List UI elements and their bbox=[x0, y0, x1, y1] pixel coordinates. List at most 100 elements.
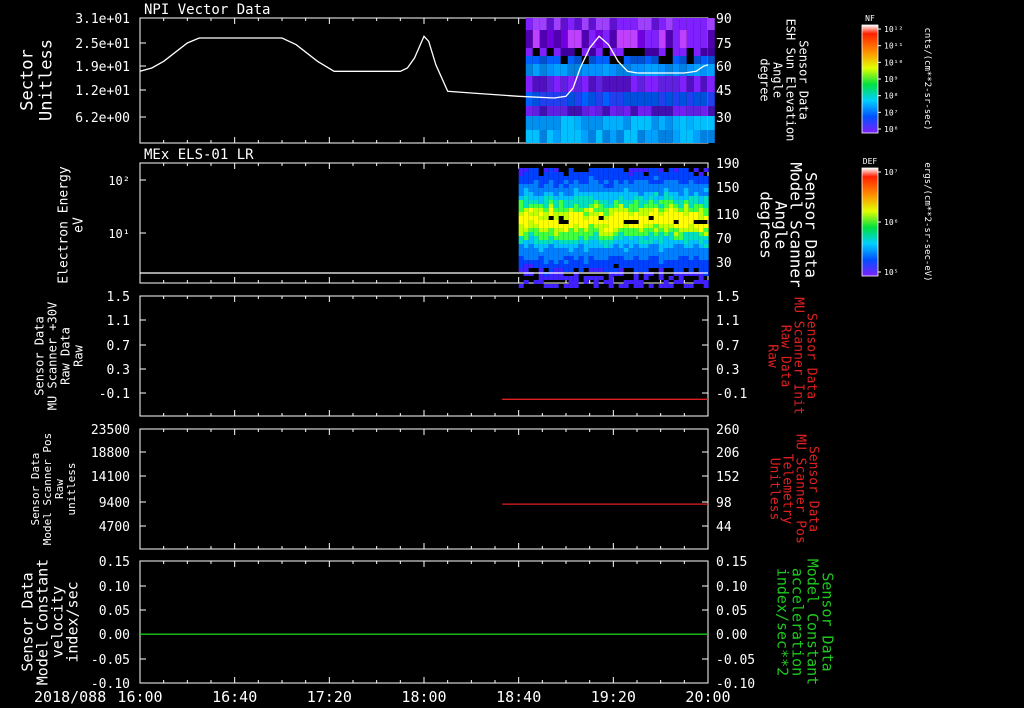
spectrogram-cell bbox=[538, 200, 544, 204]
spectrogram-cell bbox=[568, 280, 574, 284]
spectrogram-cell bbox=[518, 240, 524, 244]
spectrogram-cell bbox=[533, 200, 539, 204]
spectrogram-cell bbox=[683, 188, 689, 192]
spectrogram-cell bbox=[523, 264, 529, 268]
spectrogram-cell bbox=[538, 276, 544, 280]
spectrogram-cell bbox=[528, 172, 534, 176]
spectrogram-cell bbox=[658, 212, 664, 216]
spectrogram-cell bbox=[668, 244, 674, 248]
spectrogram-cell bbox=[553, 92, 561, 106]
spectrogram-cell bbox=[698, 232, 704, 236]
spectrogram-cell bbox=[553, 192, 559, 196]
panel-4-frame bbox=[139, 428, 709, 550]
spectrogram-cell bbox=[668, 192, 674, 196]
spectrogram-cell bbox=[518, 180, 524, 184]
spectrogram-cell bbox=[543, 212, 549, 216]
spectrogram-cell bbox=[688, 204, 694, 208]
spectrogram-cell bbox=[665, 48, 673, 56]
spectrogram-cell bbox=[598, 244, 604, 248]
spectrogram-cell bbox=[703, 208, 709, 212]
spectrogram-cell bbox=[543, 248, 549, 252]
spectrogram-cell bbox=[553, 30, 561, 48]
spectrogram-cell bbox=[678, 200, 684, 204]
spectrogram-cell bbox=[578, 196, 584, 200]
spectrogram-cell bbox=[678, 172, 684, 176]
spectrogram-cell bbox=[523, 236, 529, 240]
spectrogram-cell bbox=[578, 260, 584, 264]
spectrogram-cell bbox=[528, 176, 534, 180]
spectrogram-cell bbox=[583, 192, 589, 196]
spectrogram-cell bbox=[700, 18, 708, 30]
spectrogram-cell bbox=[588, 208, 594, 212]
spectrogram-cell bbox=[528, 168, 534, 172]
spectrogram-cell bbox=[583, 180, 589, 184]
spectrogram-cell bbox=[683, 212, 689, 216]
spectrogram-cell bbox=[578, 268, 584, 272]
colorbar-tick-label: 10⁸ bbox=[884, 92, 898, 101]
spectrogram-cell bbox=[637, 130, 645, 143]
spectrogram-cell bbox=[573, 252, 579, 256]
spectrogram-cell bbox=[539, 18, 547, 30]
spectrogram-cell bbox=[703, 244, 709, 248]
spectrogram-cell bbox=[679, 30, 687, 48]
spectrogram-cell bbox=[688, 264, 694, 268]
spectrogram-cell bbox=[593, 184, 599, 188]
spectrogram-cell bbox=[609, 130, 617, 143]
spectrogram-cell bbox=[538, 268, 544, 272]
spectrogram-cell bbox=[598, 256, 604, 260]
spectrogram-cell bbox=[613, 204, 619, 208]
colorbar-1-unit: cnts/(cm**2-sr-sec) bbox=[922, 28, 932, 131]
spectrogram-cell bbox=[703, 268, 709, 272]
spectrogram-cell bbox=[532, 18, 540, 30]
spectrogram-cell bbox=[648, 204, 654, 208]
right-tick-label: 0.05 bbox=[716, 604, 747, 619]
spectrogram-cell bbox=[548, 252, 554, 256]
panel-1-right-axis-label: Angle bbox=[771, 62, 785, 98]
spectrogram-cell bbox=[638, 244, 644, 248]
spectrogram-cell bbox=[533, 252, 539, 256]
spectrogram-cell bbox=[608, 256, 614, 260]
spectrogram-cell bbox=[583, 224, 589, 228]
spectrogram-cell bbox=[593, 232, 599, 236]
spectrogram-cell bbox=[567, 56, 575, 64]
spectrogram-cell bbox=[548, 172, 554, 176]
spectrogram-cell bbox=[643, 248, 649, 252]
spectrogram-cell bbox=[560, 48, 568, 56]
spectrogram-cell bbox=[698, 200, 704, 204]
spectrogram-cell bbox=[608, 204, 614, 208]
spectrogram-cell bbox=[602, 56, 610, 64]
spectrogram-cell bbox=[638, 188, 644, 192]
spectrogram-cell bbox=[543, 216, 549, 220]
spectrogram-cell bbox=[648, 252, 654, 256]
spectrogram-cell bbox=[633, 268, 639, 272]
spectrogram-cell bbox=[678, 228, 684, 232]
right-tick-label: 1.1 bbox=[716, 314, 739, 329]
spectrogram-cell bbox=[618, 188, 624, 192]
spectrogram-cell bbox=[698, 228, 704, 232]
spectrogram-cell bbox=[651, 130, 659, 143]
spectrogram-cell bbox=[648, 212, 654, 216]
spectrogram-cell bbox=[539, 64, 547, 76]
spectrogram-cell bbox=[546, 76, 554, 92]
spectrogram-cell bbox=[644, 92, 652, 106]
spectrogram-cell bbox=[686, 18, 694, 30]
spectrogram-cell bbox=[608, 244, 614, 248]
spectrogram-cell bbox=[573, 212, 579, 216]
spectrogram-cell bbox=[518, 172, 524, 176]
spectrogram-cell bbox=[553, 208, 559, 212]
spectrogram-cell bbox=[528, 204, 534, 208]
spectrogram-cell bbox=[616, 76, 624, 92]
spectrogram-cell bbox=[602, 76, 610, 92]
spectrogram-cell bbox=[688, 180, 694, 184]
spectrogram-cell bbox=[623, 200, 629, 204]
spectrogram-cell bbox=[668, 240, 674, 244]
spectrogram-cell bbox=[693, 200, 699, 204]
spectrogram-cell bbox=[528, 232, 534, 236]
spectrogram-cell bbox=[693, 180, 699, 184]
spectrogram-cell bbox=[525, 76, 533, 92]
spectrogram-cell bbox=[609, 92, 617, 106]
spectrogram-cell bbox=[518, 268, 524, 272]
colorbar-2 bbox=[861, 167, 879, 277]
spectrogram-cell bbox=[683, 244, 689, 248]
spectrogram-cell bbox=[553, 116, 561, 130]
